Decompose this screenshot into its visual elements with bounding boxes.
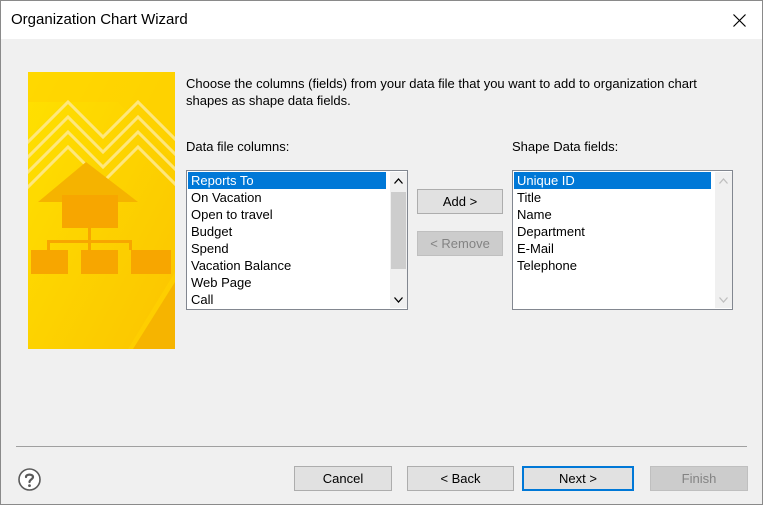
shape-data-fields-label: Shape Data fields:: [512, 139, 619, 154]
footer-separator: [16, 446, 747, 447]
wizard-dialog: Organization Chart Wizard Choose the col…: [0, 0, 763, 505]
add-button[interactable]: Add >: [417, 189, 503, 214]
list-item[interactable]: Vacation Balance: [188, 257, 386, 274]
finish-button[interactable]: Finish: [650, 466, 748, 491]
close-icon: [732, 13, 746, 27]
list-item[interactable]: Spend: [188, 240, 386, 257]
data-file-scrollbar[interactable]: [390, 172, 407, 308]
list-item[interactable]: Reports To: [188, 172, 386, 189]
chevron-down-icon: [394, 296, 403, 303]
data-file-columns-label: Data file columns:: [186, 139, 290, 154]
chevron-up-icon: [719, 177, 728, 184]
next-button[interactable]: Next >: [522, 466, 634, 491]
list-item[interactable]: Title: [514, 189, 711, 206]
list-item[interactable]: Open to travel: [188, 206, 386, 223]
scroll-up-button-disabled[interactable]: [715, 172, 732, 189]
close-button[interactable]: [716, 1, 762, 39]
cancel-button[interactable]: Cancel: [294, 466, 392, 491]
list-item[interactable]: Department: [514, 223, 711, 240]
scroll-up-button[interactable]: [390, 172, 407, 189]
list-item[interactable]: Call: [188, 291, 386, 308]
shape-data-fields-list[interactable]: Unique ID Title Name Department E-Mail Teleph…: [512, 170, 733, 310]
scroll-down-button[interactable]: [390, 291, 407, 308]
remove-button[interactable]: < Remove: [417, 231, 503, 256]
list-item[interactable]: On Vacation: [188, 189, 386, 206]
back-button[interactable]: < Back: [407, 466, 514, 491]
scroll-thumb[interactable]: [391, 192, 406, 269]
title-bar: Organization Chart Wizard: [1, 1, 762, 39]
window-title: Organization Chart Wizard: [11, 11, 188, 28]
chevron-down-icon: [719, 296, 728, 303]
wizard-banner-image: [28, 72, 175, 349]
list-item[interactable]: Budget: [188, 223, 386, 240]
data-file-columns-list[interactable]: Reports To On Vacation Open to travel Budge…: [186, 170, 408, 310]
list-item[interactable]: Name: [514, 206, 711, 223]
scroll-down-button-disabled[interactable]: [715, 291, 732, 308]
list-item[interactable]: E-Mail: [514, 240, 711, 257]
list-item[interactable]: Unique ID: [514, 172, 711, 189]
list-item[interactable]: Telephone: [514, 257, 711, 274]
list-item[interactable]: Web Page: [188, 274, 386, 291]
shape-data-scrollbar[interactable]: [715, 172, 732, 308]
help-button[interactable]: [17, 467, 42, 492]
help-icon: [18, 468, 41, 491]
chevron-up-icon: [394, 177, 403, 184]
instructions-text: Choose the columns (fields) from your da…: [186, 76, 697, 108]
